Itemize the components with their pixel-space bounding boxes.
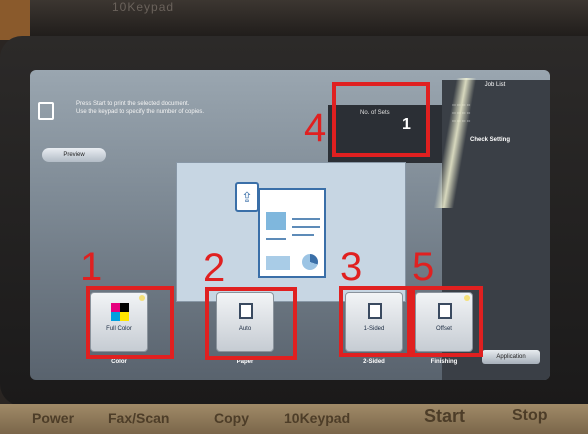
- message-line-1: Press Start to print the selected docume…: [76, 101, 190, 107]
- color-label: Color: [111, 359, 127, 365]
- application-button[interactable]: Application: [482, 350, 540, 364]
- image-icon: [266, 212, 286, 230]
- stop-key[interactable]: Stop: [512, 407, 548, 425]
- annotation-box-5: [411, 286, 483, 357]
- start-key[interactable]: Start: [424, 406, 465, 427]
- preview-button[interactable]: Preview: [42, 148, 106, 162]
- status-message: Press Start to print the selected docume…: [38, 100, 338, 122]
- annotation-number-1: 1: [80, 245, 103, 289]
- page-preview: [258, 188, 326, 278]
- usb-icon: ⇪: [235, 182, 259, 212]
- pie-icon: [302, 254, 318, 270]
- device-top: 10Keypad: [0, 0, 588, 40]
- copy-key[interactable]: Copy: [214, 410, 249, 426]
- fax-scan-key[interactable]: Fax/Scan: [108, 410, 169, 426]
- sticker: [0, 0, 30, 40]
- duplex-label: 2-Sided: [363, 359, 385, 365]
- annotation-box-3: [339, 286, 411, 357]
- document-icon: [38, 102, 54, 120]
- annotation-box-1: [86, 286, 174, 359]
- message-line-2: Use the keypad to specify the number of …: [76, 109, 205, 115]
- top-label: 10Keypad: [112, 0, 175, 14]
- chart-icon: [266, 256, 290, 270]
- annotation-number-3: 3: [340, 245, 363, 289]
- job-list-button[interactable]: Job List: [468, 82, 522, 94]
- annotation-box-2: [205, 287, 297, 360]
- finishing-label: Finishing: [430, 359, 458, 365]
- keypad-key[interactable]: 10Keypad: [284, 410, 350, 426]
- annotation-box-4: [332, 82, 430, 157]
- check-setting-button[interactable]: Check Setting: [470, 137, 510, 143]
- annotation-number-4: 4: [304, 106, 327, 150]
- annotation-number-2: 2: [203, 246, 226, 290]
- annotation-number-5: 5: [412, 245, 435, 289]
- power-key[interactable]: Power: [32, 410, 74, 426]
